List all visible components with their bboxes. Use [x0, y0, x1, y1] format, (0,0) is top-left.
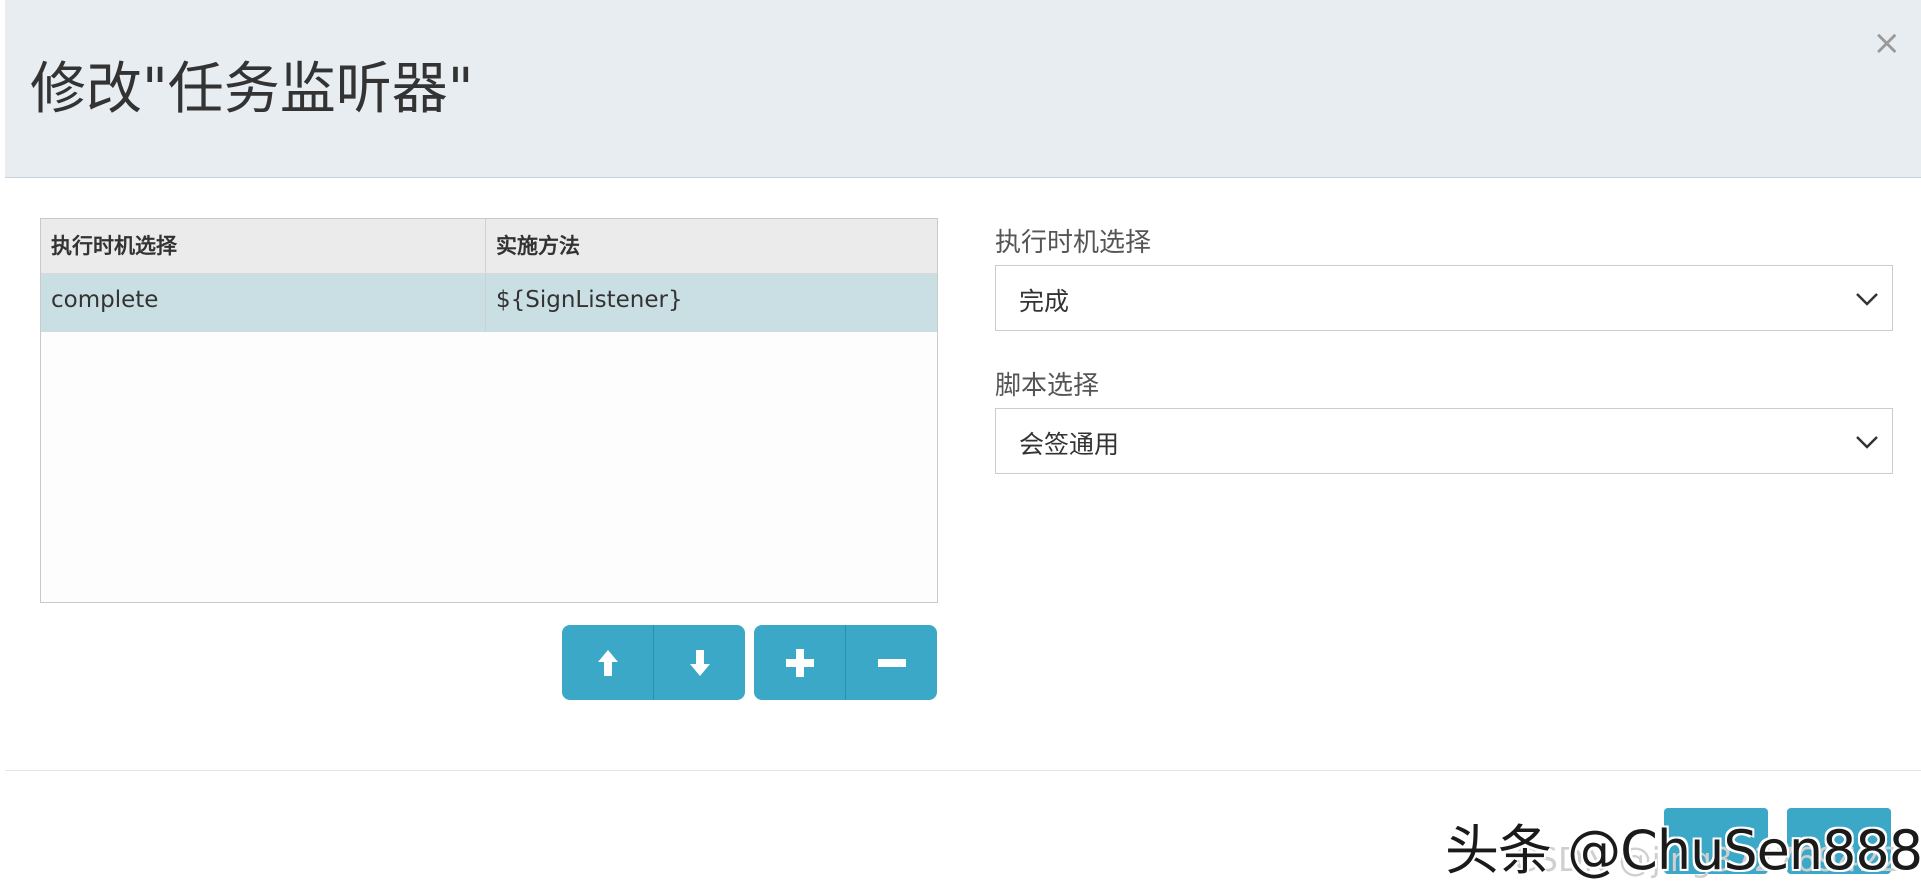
move-button-group	[562, 625, 745, 700]
dialog-header: 修改"任务监听器" ×	[5, 0, 1921, 178]
table-cell-timing: complete	[41, 274, 486, 332]
table-header: 执行时机选择 实施方法	[41, 219, 937, 274]
table-row[interactable]: complete ${SignListener}	[41, 274, 937, 332]
remove-button[interactable]	[845, 625, 937, 700]
add-remove-button-group	[754, 625, 937, 700]
script-label: 脚本选择	[995, 371, 1100, 401]
timing-select-value: 完成	[1019, 287, 1070, 316]
column-header-timing[interactable]: 执行时机选择	[41, 219, 486, 273]
dialog-title: 修改"任务监听器"	[30, 57, 474, 122]
add-button[interactable]	[754, 625, 845, 700]
plus-icon	[785, 648, 814, 677]
timing-label: 执行时机选择	[995, 228, 1152, 258]
listener-table: 执行时机选择 实施方法 complete ${SignListener}	[40, 218, 938, 603]
table-cell-method: ${SignListener}	[496, 287, 683, 313]
move-down-button[interactable]	[653, 625, 745, 700]
move-up-button[interactable]	[562, 625, 653, 700]
chevron-down-icon	[1856, 436, 1878, 449]
script-select[interactable]: 会签通用	[995, 408, 1893, 474]
script-select-value: 会签通用	[1019, 430, 1120, 459]
footer-divider	[5, 770, 1921, 771]
arrow-down-icon	[689, 649, 710, 676]
chevron-down-icon	[1856, 293, 1878, 306]
close-icon[interactable]: ×	[1873, 26, 1902, 60]
timing-select[interactable]: 完成	[995, 265, 1893, 331]
arrow-up-icon	[597, 649, 618, 676]
minus-icon	[877, 658, 906, 667]
toutiao-watermark: 头条 @ChuSen888	[1445, 819, 1921, 882]
column-header-method[interactable]: 实施方法	[486, 219, 937, 273]
